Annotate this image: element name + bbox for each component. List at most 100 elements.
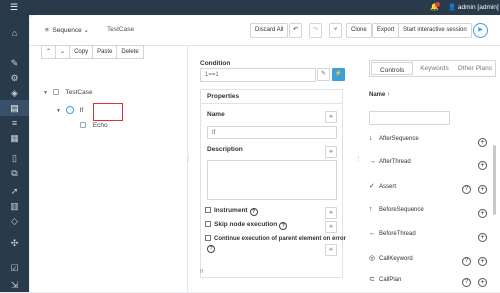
move-up-button[interactable]: ⌃ — [42, 46, 57, 58]
list-item[interactable]: ◎ CallKeyword? + — [369, 254, 487, 270]
add-icon[interactable]: + — [478, 138, 487, 147]
layers-icon[interactable]: ⧉ — [0, 165, 29, 181]
rocket-icon[interactable]: ➚ — [0, 183, 29, 199]
home-icon[interactable]: ⌂ — [0, 25, 29, 41]
bolt-icon[interactable]: ⚡ — [332, 68, 345, 81]
edit-icon[interactable]: ✎ — [0, 55, 29, 71]
list-item[interactable]: ⊂ CallPlan? + — [369, 275, 487, 291]
selection-highlight — [93, 103, 123, 121]
instrument-row: Instrument? — [205, 207, 258, 216]
clone-button[interactable]: Clone — [346, 23, 372, 38]
move-down-button[interactable]: ⌄ — [56, 46, 71, 58]
user-name: admin [admin] — [457, 4, 499, 11]
name-input[interactable]: If — [207, 126, 337, 139]
list-icon[interactable]: ≡ — [0, 115, 29, 131]
name-label: Name — [207, 111, 225, 118]
chart-icon[interactable]: ▥ — [0, 198, 29, 214]
dynamic-toggle-icon[interactable]: ⟡ — [325, 207, 337, 219]
export-button[interactable]: Export — [372, 23, 400, 38]
instrument-checkbox[interactable] — [205, 207, 211, 213]
branch-icon[interactable]: ⑂ — [329, 23, 342, 38]
tab-other-plans[interactable]: Other Plans — [455, 61, 495, 76]
library-panel: Controls Keywords Other Plans Name ↑ ↓ Af… — [357, 60, 497, 287]
plan-name[interactable]: TestCase — [107, 26, 134, 33]
dynamic-toggle-icon[interactable]: ⟡ — [325, 221, 337, 233]
gear-icon[interactable]: ⚙ — [0, 70, 29, 86]
cube-icon[interactable]: ◈ — [0, 85, 29, 101]
help-icon[interactable]: ? — [249, 208, 258, 216]
skip-checkbox[interactable] — [205, 221, 211, 227]
tree-item-testcase[interactable]: ▼ TestCase — [43, 89, 93, 96]
clipboard-icon[interactable]: ▦ — [0, 130, 29, 146]
arrow-right-icon: → — [369, 158, 376, 165]
list-item[interactable]: ← BeforeThread + — [369, 230, 487, 246]
check-icon: ✓ — [369, 183, 375, 190]
skip-row: Skip node execution? — [205, 221, 288, 230]
tree-item-label: If — [79, 107, 84, 114]
splitter-handle[interactable]: ⋮ — [185, 155, 192, 165]
condition-label: Condition — [200, 60, 231, 67]
dynamic-toggle-icon[interactable]: ⟡ — [325, 111, 337, 123]
add-icon[interactable]: + — [478, 233, 487, 242]
add-icon[interactable]: + — [478, 209, 487, 218]
help-icon[interactable]: ? — [462, 185, 471, 194]
help-icon[interactable]: ? — [279, 222, 288, 230]
list-item[interactable]: → AfterThread + — [369, 158, 487, 174]
list-item[interactable]: ✓ Assert? + — [369, 182, 487, 198]
continue-checkbox[interactable] — [205, 235, 211, 241]
file-icon[interactable]: ▯ — [0, 150, 29, 166]
sort-header[interactable]: Name ↑ — [369, 92, 390, 98]
arrow-down-icon: ↓ — [369, 135, 373, 142]
help-icon[interactable]: ? — [462, 257, 471, 266]
dynamic-toggle-icon[interactable]: ⟡ — [325, 146, 337, 158]
filter-input[interactable] — [369, 111, 450, 125]
type-select[interactable]: ≡ Sequence ⌄ — [45, 26, 89, 34]
add-icon[interactable]: + — [478, 185, 487, 194]
tree-item-label: TestCase — [65, 89, 93, 96]
delete-button[interactable]: Delete — [117, 46, 142, 58]
dynamic-toggle-icon[interactable]: ⟡ — [325, 244, 337, 256]
type-select-value: Sequence — [52, 27, 82, 34]
start-session-button[interactable]: Start interactive session — [398, 23, 472, 38]
list-item[interactable]: ↓ AfterSequence + — [369, 135, 487, 151]
paste-button[interactable]: Paste — [93, 46, 118, 58]
check-icon[interactable]: ☑ — [0, 260, 29, 276]
edit-icon[interactable]: ✎ — [317, 68, 330, 81]
document-icon[interactable]: ▤ — [0, 100, 29, 116]
add-icon[interactable]: + — [478, 161, 487, 170]
diamond-icon[interactable]: ◇ — [0, 213, 29, 229]
chevron-down-icon[interactable]: ▼ — [56, 108, 64, 114]
description-label: Description — [207, 146, 243, 153]
add-icon[interactable]: + — [478, 278, 487, 287]
tab-keywords[interactable]: Keywords — [414, 61, 454, 76]
sidebar: ⌂ ✎ ⚙ ◈ ▤ ≡ ▦ ▯ ⧉ ➚ ▥ ◇ ✣ ☑ ⇲ — [0, 15, 29, 292]
discard-all-button[interactable]: Discard All — [250, 23, 289, 38]
condition-input[interactable]: 1==1 — [200, 68, 316, 82]
description-textarea[interactable] — [207, 160, 337, 200]
hamburger-menu-icon[interactable]: ☰ — [10, 3, 18, 12]
help-icon[interactable]: ? — [462, 278, 471, 287]
echo-icon — [80, 122, 86, 128]
redo-icon[interactable]: ↷ — [309, 23, 322, 38]
undo-icon[interactable]: ↶ — [289, 23, 302, 38]
plan-header: ≡ Sequence ⌄ TestCase Discard All ↶ ↷ ⑂ … — [30, 15, 500, 46]
add-icon[interactable]: + — [478, 257, 487, 266]
bell-icon[interactable]: 🔔 — [430, 2, 440, 11]
arrow-up-icon: ↑ — [387, 92, 391, 98]
sort-label: Name — [369, 92, 386, 98]
export-icon[interactable]: ⇲ — [0, 277, 29, 293]
tree-item-if[interactable]: ▼ If — [56, 106, 83, 114]
play-icon[interactable]: ▶ — [473, 23, 488, 38]
copy-button[interactable]: Copy — [70, 46, 94, 58]
link-icon: ⊂ — [369, 276, 375, 283]
tree-item-echo[interactable]: Echo — [80, 122, 108, 129]
list-item[interactable]: ↑ BeforeSequence + — [369, 206, 487, 222]
puzzle-icon[interactable]: ✣ — [0, 235, 29, 251]
library-tabs: Controls Keywords Other Plans — [369, 60, 496, 77]
user-menu[interactable]: 👤 admin [admin] — [448, 3, 499, 11]
chevron-down-icon[interactable]: ▼ — [43, 90, 51, 96]
help-icon[interactable]: ? — [207, 245, 215, 253]
list-item-label: CallPlan — [379, 277, 402, 283]
library-scrollbar[interactable] — [493, 145, 496, 215]
tab-controls[interactable]: Controls — [371, 62, 414, 75]
